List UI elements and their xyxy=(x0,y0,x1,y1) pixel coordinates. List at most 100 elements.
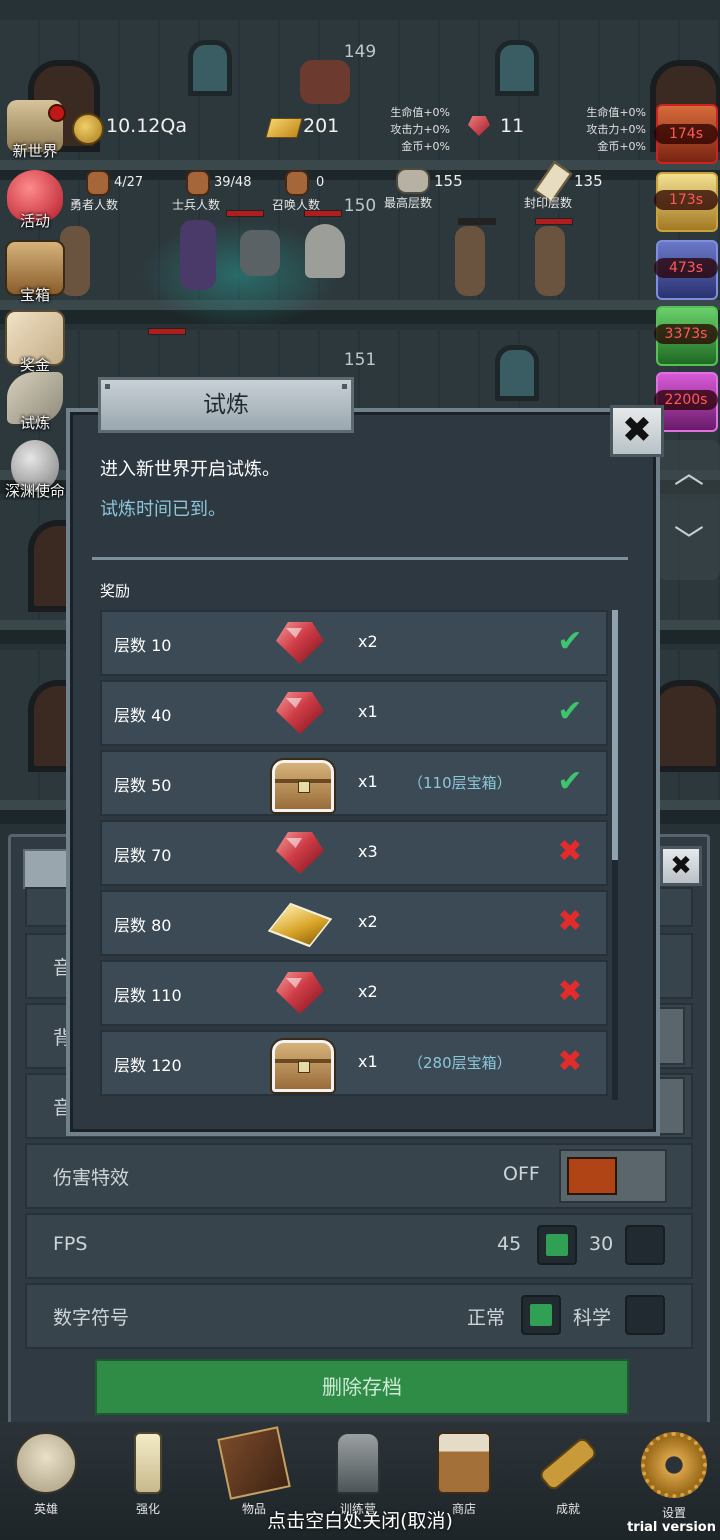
nav-upgrade[interactable]: 强化 xyxy=(108,1432,188,1517)
fps-label: FPS xyxy=(53,1233,88,1255)
timer-text: 473s xyxy=(654,258,718,278)
health-bar xyxy=(535,218,573,225)
reward-quantity: x3 xyxy=(358,842,378,861)
floor-number: 151 xyxy=(343,350,377,370)
number-format-scientific: 科学 xyxy=(573,1307,612,1329)
tap-to-close-hint[interactable]: 点击空白处关闭(取消) xyxy=(0,1506,720,1533)
number-format-scientific-checkbox[interactable] xyxy=(625,1295,665,1335)
reward-quantity: x1 xyxy=(358,702,378,721)
soldier-count: 39/48 xyxy=(214,175,252,190)
side-menu-label: 活动 xyxy=(19,212,50,230)
soldier-count-icon xyxy=(186,170,210,196)
settings-close-button[interactable]: ✖ xyxy=(660,846,702,886)
max-floor: 155 xyxy=(434,172,463,190)
damage-effect-toggle[interactable] xyxy=(559,1149,667,1203)
number-format-normal-checkbox[interactable] xyxy=(521,1295,561,1335)
cross-icon: ✖ xyxy=(557,834,583,869)
lantern-icon xyxy=(336,1432,380,1494)
zombie-monster xyxy=(535,226,565,296)
side-menu-label: 宝箱 xyxy=(19,286,50,304)
summon-count-label: 召唤人数 xyxy=(272,198,321,212)
gear-icon xyxy=(641,1432,707,1498)
number-format-label: 数字符号 xyxy=(53,1307,130,1329)
fps-option-45: 45 xyxy=(497,1233,522,1255)
rock-icon xyxy=(396,168,430,194)
cross-icon: ✖ xyxy=(557,1044,583,1079)
summon-count-icon xyxy=(285,170,309,196)
gem-amount: 11 xyxy=(500,115,525,137)
timer-text: 173s xyxy=(654,190,718,210)
candle-icon xyxy=(134,1432,162,1494)
settings-row-fps: FPS 45 30 xyxy=(25,1213,693,1279)
nav-heroes[interactable]: 英雄 xyxy=(6,1432,86,1517)
reward-row: 层数 40 x1 ✔ xyxy=(100,680,608,746)
reward-level: 层数 50 xyxy=(114,776,172,795)
divider xyxy=(92,557,628,560)
fps-30-checkbox[interactable] xyxy=(625,1225,665,1265)
fps-45-checkbox[interactable] xyxy=(537,1225,577,1265)
dialog-close-button[interactable]: ✖ xyxy=(610,405,664,457)
bonus-stats-left: 生命值+0% 攻击力+0% 金币+0% xyxy=(390,106,450,153)
cross-icon: ✖ xyxy=(557,904,583,939)
hero-count-icon xyxy=(86,170,110,196)
side-menu-label: 深渊使命 xyxy=(4,482,65,500)
timer-text: 174s xyxy=(654,124,718,144)
seal-floor-label: 封印层数 xyxy=(524,196,573,210)
dialog-message: 进入新世界开启试炼。 xyxy=(100,459,280,480)
number-format-normal: 正常 xyxy=(467,1307,506,1329)
wizard-hero xyxy=(180,220,216,290)
rewards-heading: 奖励 xyxy=(100,582,131,600)
chevron-up-icon[interactable]: ︿ xyxy=(658,440,720,508)
gold-amount: 10.12Qa xyxy=(106,115,187,137)
reward-note: （280层宝箱） xyxy=(408,1054,512,1072)
side-menu-abyss[interactable]: 深渊使命 xyxy=(4,440,66,501)
settings-row-damage-effect: 伤害特效 OFF xyxy=(25,1143,693,1209)
reward-level: 层数 10 xyxy=(114,636,172,655)
ruby-icon xyxy=(270,618,328,668)
reward-quantity: x2 xyxy=(358,912,378,931)
gold-bar-amount: 201 xyxy=(303,115,340,137)
reward-row: 层数 10 x2 ✔ xyxy=(100,610,608,676)
treasure-chest-icon xyxy=(270,1038,334,1092)
ruby-icon xyxy=(270,828,328,878)
book-icon xyxy=(217,1426,291,1500)
check-icon: ✔ xyxy=(557,764,583,799)
nav-achievements[interactable]: 成就 xyxy=(528,1432,608,1517)
dialog-status: 试炼时间已到。 xyxy=(100,499,226,520)
reward-note: （110层宝箱） xyxy=(408,774,512,792)
scrollbar-thumb[interactable] xyxy=(612,610,618,860)
trial-watermark: trial version xyxy=(627,1520,716,1535)
soldier-count-label: 士兵人数 xyxy=(172,198,221,212)
chevron-down-icon[interactable]: ﹀ xyxy=(658,508,720,576)
gold-bar-icon xyxy=(267,898,333,948)
delete-save-button[interactable]: 删除存档 xyxy=(95,1359,629,1415)
nav-items[interactable]: 物品 xyxy=(214,1426,294,1517)
cross-icon: ✖ xyxy=(557,974,583,1009)
wraith-monster xyxy=(240,230,280,276)
reward-level: 层数 70 xyxy=(114,846,172,865)
mug-icon xyxy=(437,1432,491,1494)
reward-row: 层数 120 x1 （280层宝箱） ✖ xyxy=(100,1030,608,1096)
nav-shop[interactable]: 商店 xyxy=(424,1432,504,1517)
side-menu-event[interactable]: 活动 xyxy=(4,170,66,231)
check-icon: ✔ xyxy=(557,624,583,659)
side-menu-chest[interactable]: 宝箱 xyxy=(4,240,66,305)
summon-count: 0 xyxy=(316,175,325,190)
side-menu-bonus[interactable]: 奖金 xyxy=(4,310,66,375)
rewards-list[interactable]: 层数 10 x2 ✔ 层数 40 x1 ✔ 层数 50 x1 （110层宝箱） … xyxy=(100,610,608,1100)
key-icon xyxy=(537,1435,599,1493)
nav-training-camp[interactable]: 训练营 xyxy=(318,1432,398,1517)
rewards-scrollbar[interactable] xyxy=(612,610,618,1100)
hero-count-label: 勇者人数 xyxy=(70,198,119,212)
max-floor-label: 最高层数 xyxy=(384,196,433,210)
treasure-chest-icon xyxy=(270,758,334,812)
check-icon: ✔ xyxy=(557,694,583,729)
scroll-arrows: ︿ ﹀ xyxy=(658,440,720,580)
timer-text: 3373s xyxy=(654,324,718,344)
reward-level: 层数 80 xyxy=(114,916,172,935)
side-menu-trial[interactable]: 试炼 xyxy=(4,372,66,433)
ghost-monster xyxy=(305,224,345,278)
side-menu-label: 新世界 xyxy=(12,142,58,160)
gold-coin-icon xyxy=(72,113,104,145)
health-bar xyxy=(148,328,186,335)
